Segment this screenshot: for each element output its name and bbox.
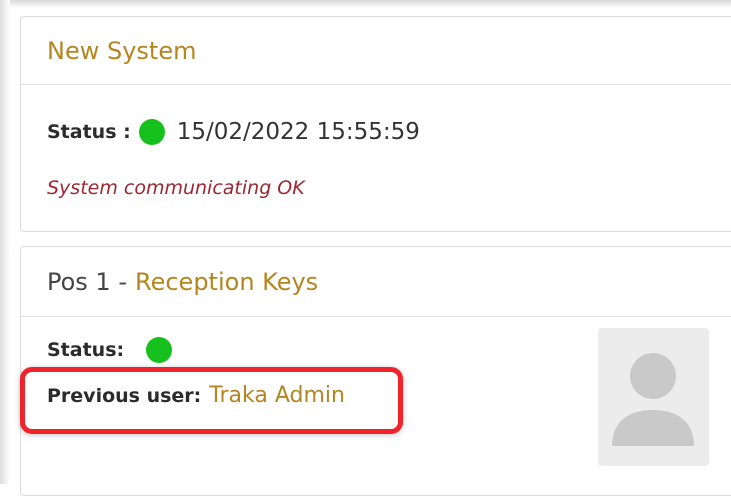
screen-edge-top (0, 0, 731, 8)
position-status-row: Status: (47, 335, 173, 365)
previous-user-highlight (20, 367, 403, 434)
system-status-row: Status : 15/02/2022 15:55:59 (47, 117, 420, 147)
user-avatar-placeholder-icon (598, 328, 709, 466)
system-communication-message: System communicating OK (47, 177, 305, 199)
position-name[interactable]: Reception Keys (135, 268, 318, 296)
position-status-dot-icon (146, 337, 173, 363)
position-status-label: Status: (47, 339, 125, 361)
system-panel: New System Status : 15/02/2022 15:55:59 … (20, 16, 731, 232)
position-number: Pos 1 - (47, 267, 127, 296)
system-title[interactable]: New System (47, 37, 196, 65)
screen-edge-left (0, 0, 10, 484)
system-status-label: Status : (47, 121, 131, 143)
system-panel-header: New System (21, 17, 731, 85)
system-status-timestamp: 15/02/2022 15:55:59 (176, 119, 420, 145)
position-panel-header: Pos 1 - Reception Keys (21, 247, 731, 317)
system-status-dot-icon (138, 119, 165, 145)
